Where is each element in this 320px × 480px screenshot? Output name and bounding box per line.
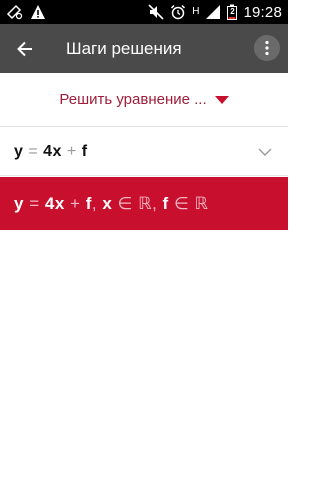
- mute-icon: [148, 4, 164, 20]
- back-arrow-icon: [16, 40, 34, 58]
- result-token: ,: [152, 193, 158, 213]
- chevron-down-icon[interactable]: [258, 148, 272, 156]
- result-token: ℝ: [194, 193, 209, 213]
- result-token: 4x: [44, 193, 65, 213]
- network-type-label: H: [192, 6, 200, 17]
- expr-token: f: [81, 142, 88, 160]
- result-token: ∈: [117, 193, 133, 213]
- expression-input-row[interactable]: y = 4x + f: [0, 128, 288, 176]
- method-dropdown-label: Решить уравнение ...: [59, 91, 207, 108]
- result-row[interactable]: y = 4x + f, x ∈ ℝ, f ∈ ℝ: [0, 177, 288, 230]
- result-token: =: [29, 193, 40, 213]
- alarm-icon: [170, 4, 186, 20]
- expr-token: =: [28, 142, 39, 160]
- result-token: ,: [91, 193, 98, 213]
- status-bar: H 2 19:28: [0, 0, 288, 24]
- result-token: f: [162, 193, 169, 213]
- battery-icon: 2: [227, 4, 238, 20]
- sim-icon: [6, 4, 24, 20]
- status-left-group: [6, 4, 46, 20]
- page-title: Шаги решения: [66, 38, 182, 58]
- result-token: ∈: [173, 193, 190, 213]
- result-token: ℝ: [138, 193, 153, 213]
- network-type-indicator: H: [192, 4, 199, 20]
- expression-input: y = 4x + f: [14, 143, 88, 161]
- app-bar: Шаги решения: [0, 24, 288, 73]
- battery-percent: 2: [230, 7, 235, 16]
- method-dropdown[interactable]: Решить уравнение ...: [0, 73, 288, 127]
- dropdown-triangle-icon: [214, 95, 229, 104]
- signal-bars-icon: [205, 4, 221, 20]
- expr-token: y: [14, 142, 24, 160]
- result-expression: y = 4x + f, x ∈ ℝ, f ∈ ℝ: [14, 194, 208, 214]
- result-token: y: [14, 193, 24, 213]
- status-right-group: H 2 19:28: [148, 4, 282, 21]
- expr-token: 4x: [43, 142, 62, 160]
- result-token: +: [70, 193, 81, 213]
- more-options-button[interactable]: [254, 35, 280, 61]
- status-time: 19:28: [243, 3, 282, 21]
- result-token: x: [102, 193, 113, 213]
- expr-token: +: [66, 142, 77, 160]
- warning-icon: [30, 4, 46, 20]
- more-vert-icon: [264, 40, 270, 56]
- back-button[interactable]: [0, 24, 50, 73]
